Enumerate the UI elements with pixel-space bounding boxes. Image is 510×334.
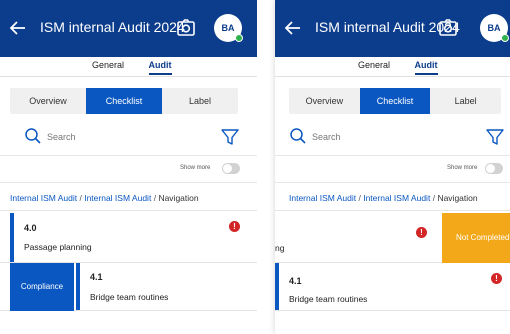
list-item[interactable]: Compliance 4.1 Bridge team routines — [0, 263, 257, 311]
divider — [275, 182, 510, 183]
list-item[interactable]: 4.0 Passage planning ! — [0, 213, 257, 263]
avatar[interactable]: BA — [480, 14, 509, 42]
list-item[interactable]: 4.1 Bridge team routines ! — [275, 263, 510, 311]
item-name-fragment: ng — [275, 243, 285, 253]
camera-icon[interactable] — [175, 17, 197, 39]
search-icon — [25, 128, 41, 144]
segment-overview[interactable]: Overview — [10, 88, 86, 114]
show-more-label: Show more — [180, 165, 211, 171]
online-status-dot — [501, 34, 509, 42]
camera-icon[interactable] — [437, 17, 459, 39]
divider — [0, 182, 257, 183]
item-number: 4.1 — [90, 272, 103, 282]
segment-overview[interactable]: Overview — [289, 88, 360, 114]
filter-icon[interactable] — [220, 127, 240, 147]
item-name: Bridge team routines — [289, 294, 368, 304]
segment-checklist[interactable]: Checklist — [86, 88, 162, 114]
breadcrumb-link[interactable]: Internal ISM Audit — [363, 193, 430, 203]
online-status-dot — [235, 34, 243, 42]
screen-gap — [257, 0, 275, 334]
warning-icon: ! — [416, 227, 427, 238]
breadcrumb-link[interactable]: Internal ISM Audit — [10, 193, 77, 203]
filter-icon[interactable] — [485, 127, 505, 147]
breadcrumb: Internal ISM Audit / Internal ISM Audit … — [289, 193, 478, 203]
avatar-initials: BA — [221, 23, 235, 33]
tab-audit[interactable]: Audit — [148, 60, 172, 75]
segment-label[interactable]: Label — [162, 88, 238, 114]
tab-general[interactable]: General — [92, 60, 124, 70]
tab-general[interactable]: General — [358, 60, 390, 70]
item-number: 4.1 — [289, 276, 302, 286]
breadcrumb-link[interactable]: Internal ISM Audit — [84, 193, 151, 203]
list-item[interactable]: ng ! Not Completed — [275, 213, 510, 263]
tab-divider — [0, 76, 257, 77]
item-name: Passage planning — [24, 242, 92, 252]
search-icon — [290, 128, 306, 144]
top-tabs: General Audit — [358, 60, 460, 75]
search-placeholder: Search — [312, 132, 341, 142]
left-screen: ISM internal Audit 2024 BA General Audit… — [0, 0, 257, 334]
top-tabs: General Audit — [92, 60, 194, 75]
divider — [275, 155, 510, 156]
segment-label[interactable]: Label — [430, 88, 501, 114]
segment-checklist[interactable]: Checklist — [359, 88, 431, 114]
show-more-label: Show more — [447, 165, 478, 171]
divider — [275, 210, 510, 211]
divider — [0, 210, 257, 211]
breadcrumb-link[interactable]: Internal ISM Audit — [289, 193, 356, 203]
warning-icon: ! — [229, 221, 240, 232]
app-bar: ISM internal Audit 2024 BA — [0, 0, 257, 57]
breadcrumb-separator: / — [79, 193, 82, 203]
tab-audit[interactable]: Audit — [414, 60, 438, 75]
app-bar: ISM internal Audit 2024 BA — [275, 0, 510, 57]
breadcrumb-separator: / — [358, 193, 361, 203]
show-more-toggle[interactable] — [222, 163, 240, 174]
row-accent-bar — [10, 213, 14, 262]
page-title: ISM internal Audit 2024 — [40, 19, 185, 35]
row-accent-bar — [275, 263, 279, 310]
avatar-initials: BA — [487, 23, 501, 33]
back-arrow-icon[interactable] — [8, 18, 28, 38]
segmented-control: Overview Checklist Label — [289, 88, 501, 114]
breadcrumb-separator: / — [432, 193, 436, 203]
breadcrumb-current: Navigation — [437, 193, 478, 203]
segmented-control: Overview Checklist Label — [10, 88, 238, 114]
search-placeholder: Search — [47, 132, 76, 142]
back-arrow-icon[interactable] — [283, 18, 303, 38]
breadcrumb: Internal ISM Audit / Internal ISM Audit … — [10, 193, 199, 203]
right-screen: ISM internal Audit 2024 BA General Audit… — [275, 0, 510, 334]
warning-icon: ! — [491, 273, 502, 284]
tab-divider — [275, 76, 510, 77]
item-name: Bridge team routines — [90, 292, 169, 302]
divider — [0, 155, 257, 156]
item-number: 4.0 — [24, 223, 37, 233]
breadcrumb-separator: / — [153, 193, 157, 203]
compliance-swipe-action[interactable]: Compliance — [10, 263, 74, 311]
row-accent-bar — [76, 263, 80, 310]
show-more-toggle[interactable] — [485, 163, 503, 174]
not-completed-swipe-action[interactable]: Not Completed — [442, 213, 510, 263]
breadcrumb-current: Navigation — [158, 193, 199, 203]
avatar[interactable]: BA — [214, 14, 243, 42]
